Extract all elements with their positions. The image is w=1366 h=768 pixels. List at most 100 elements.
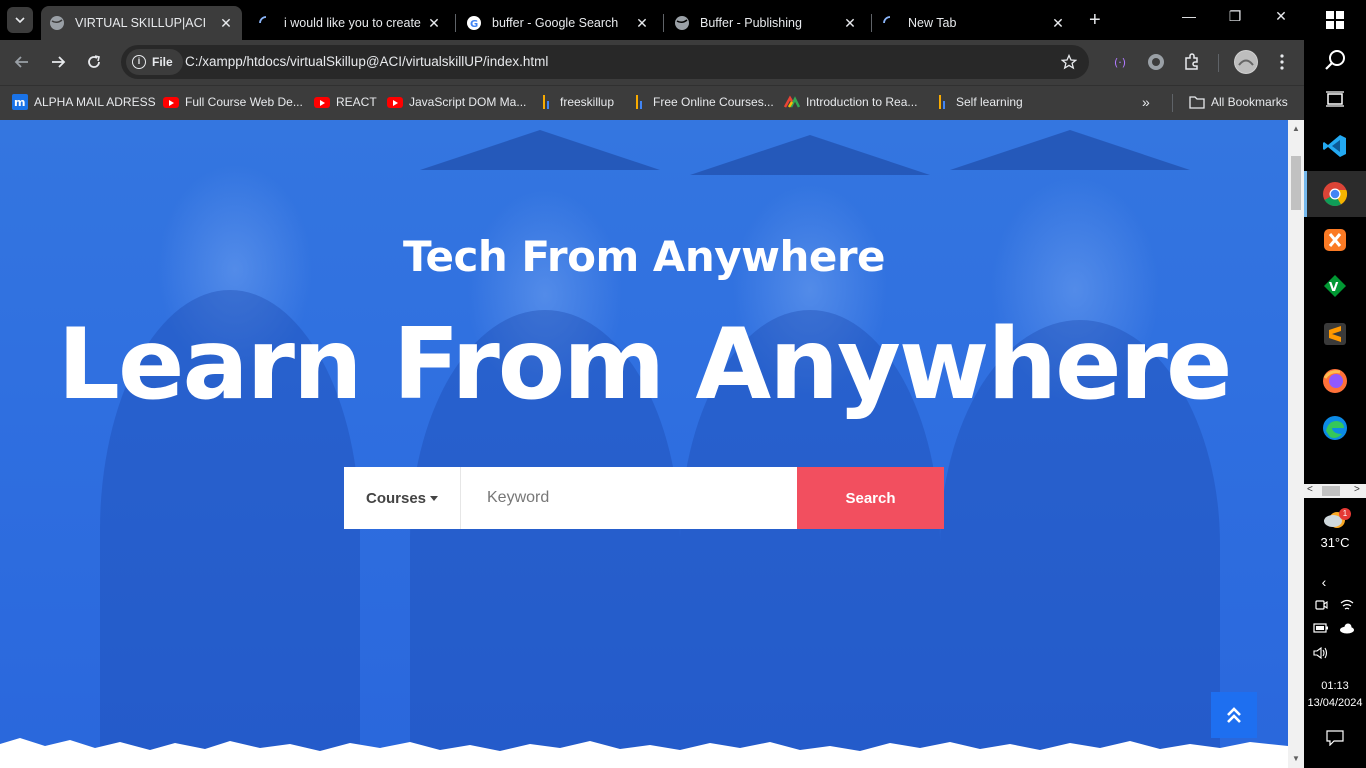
- chrome-icon[interactable]: [1304, 171, 1366, 217]
- browser-toolbar: i File C:/xampp/htdocs/virtualSkillup@AC…: [0, 40, 1304, 85]
- close-icon[interactable]: ✕: [1050, 15, 1066, 32]
- tab-google-search[interactable]: G buffer - Google Search ✕: [458, 6, 658, 40]
- scroll-right-icon[interactable]: >: [1354, 484, 1360, 495]
- tab-title: VIRTUAL SKILLUP|ACI: [75, 16, 207, 30]
- extensions-puzzle-icon[interactable]: [1182, 52, 1202, 72]
- close-window-button[interactable]: ✕: [1271, 8, 1291, 25]
- bookmark-self-learning[interactable]: Self learning: [934, 94, 1023, 110]
- tab-separator: [663, 14, 664, 32]
- forward-arrow-icon[interactable]: [48, 52, 68, 72]
- weather-temperature: 31°C: [1320, 535, 1350, 550]
- site-info-chip[interactable]: i File: [126, 49, 183, 75]
- vscode-icon[interactable]: [1319, 130, 1351, 162]
- back-arrow-icon[interactable]: [12, 52, 32, 72]
- reload-icon[interactable]: [84, 52, 104, 72]
- bookmark-label: Full Course Web De...: [185, 95, 303, 109]
- firefox-icon[interactable]: [1319, 365, 1351, 397]
- bookmark-label: JavaScript DOM Ma...: [409, 95, 527, 109]
- taskbar-scroll[interactable]: < >: [1304, 484, 1366, 498]
- scrollbar-thumb[interactable]: [1291, 156, 1301, 210]
- battery-icon[interactable]: [1312, 622, 1330, 638]
- show-hidden-icons-chevron-icon[interactable]: ‹: [1315, 574, 1333, 590]
- tab-buffer[interactable]: Buffer - Publishing ✕: [666, 6, 866, 40]
- courses-dropdown[interactable]: Courses: [344, 467, 461, 529]
- url-text[interactable]: C:/xampp/htdocs/virtualSkillup@ACI/virtu…: [185, 54, 548, 69]
- weather-badge: 1: [1339, 508, 1351, 520]
- more-bookmarks-chevron-icon[interactable]: »: [1142, 94, 1150, 110]
- bookmark-react[interactable]: REACT: [314, 94, 377, 110]
- tab-separator: [871, 14, 872, 32]
- weather-cloud-sun-icon[interactable]: 1: [1323, 508, 1351, 532]
- caret-down-icon: [430, 495, 439, 501]
- tab-separator: [455, 14, 456, 32]
- bookmark-alpha-mail[interactable]: m ALPHA MAIL ADRESS: [12, 94, 156, 110]
- info-icon: i: [132, 55, 146, 69]
- youtube-icon: [387, 94, 403, 110]
- task-view-icon[interactable]: [1319, 83, 1351, 115]
- camera-icon[interactable]: [1312, 598, 1330, 614]
- globe-icon: [674, 15, 690, 31]
- tab-new-tab[interactable]: New Tab ✕: [874, 6, 1074, 40]
- profile-avatar[interactable]: [1234, 50, 1258, 74]
- bookmark-introduction[interactable]: Introduction to Rea...: [784, 94, 917, 110]
- bookmark-freeskillup[interactable]: freeskillup: [538, 94, 614, 110]
- chevron-down-icon: [15, 17, 25, 23]
- svg-text:m: m: [14, 96, 25, 109]
- edge-icon[interactable]: [1319, 412, 1351, 444]
- bookmark-full-course[interactable]: Full Course Web De...: [163, 94, 303, 110]
- globe-icon: [49, 15, 65, 31]
- new-tab-button[interactable]: +: [1089, 10, 1101, 30]
- search-icon[interactable]: [1319, 44, 1351, 76]
- tab-strip: VIRTUAL SKILLUP|ACI ✕ i would like you t…: [0, 0, 1304, 40]
- vim-icon[interactable]: V: [1319, 270, 1351, 302]
- tab-search-button[interactable]: [7, 7, 33, 33]
- scroll-down-arrow-icon[interactable]: ▼: [1291, 754, 1301, 763]
- keyword-input[interactable]: [461, 467, 797, 529]
- colorful-logo-icon: [784, 94, 800, 110]
- close-icon[interactable]: ✕: [218, 15, 234, 32]
- bookmark-javascript-dom[interactable]: JavaScript DOM Ma...: [387, 94, 526, 110]
- search-button[interactable]: Search: [797, 467, 944, 529]
- wifi-icon[interactable]: [1338, 598, 1356, 614]
- onedrive-cloud-icon[interactable]: [1338, 622, 1356, 638]
- extension-circle-icon[interactable]: [1146, 52, 1166, 72]
- extension-purple-icon[interactable]: (·): [1110, 52, 1130, 72]
- back-to-top-button[interactable]: [1211, 692, 1257, 738]
- tab-title: i would like you to create: [284, 16, 421, 30]
- tab-chat[interactable]: i would like you to create ✕: [250, 6, 450, 40]
- close-icon[interactable]: ✕: [842, 15, 858, 32]
- menu-kebab-icon[interactable]: [1272, 52, 1292, 72]
- volume-icon[interactable]: [1312, 646, 1330, 662]
- all-bookmarks-button[interactable]: All Bookmarks: [1189, 94, 1288, 110]
- scroll-left-icon[interactable]: <: [1307, 484, 1313, 495]
- loading-spinner-icon: [882, 15, 898, 31]
- star-bookmark-icon[interactable]: [1059, 52, 1079, 72]
- minimize-button[interactable]: —: [1179, 8, 1199, 24]
- clock-time[interactable]: 01:13: [1304, 680, 1366, 692]
- m-logo-icon: m: [12, 94, 28, 110]
- sublime-text-icon[interactable]: [1319, 318, 1351, 350]
- windows-start-icon[interactable]: [1319, 4, 1351, 36]
- taskbar-scroll-thumb[interactable]: [1322, 486, 1340, 496]
- clock-date[interactable]: 13/04/2024: [1304, 697, 1366, 709]
- double-chevron-up-icon: [1227, 707, 1241, 723]
- xampp-icon[interactable]: [1319, 224, 1351, 256]
- site-info-label: File: [152, 55, 173, 69]
- hero-subtitle: Tech From Anywhere: [402, 232, 886, 281]
- tab-title: buffer - Google Search: [492, 16, 619, 30]
- tab-virtual-skillup[interactable]: VIRTUAL SKILLUP|ACI ✕: [41, 6, 242, 40]
- tab-title: New Tab: [908, 16, 957, 30]
- restore-button[interactable]: ❐: [1225, 8, 1245, 25]
- google-icon: G: [466, 15, 482, 31]
- bookmark-free-online-courses[interactable]: Free Online Courses...: [631, 94, 774, 110]
- bookmarks-bar: m ALPHA MAIL ADRESS Full Course Web De..…: [0, 85, 1304, 120]
- bookmarks-divider: [1172, 94, 1173, 112]
- notifications-icon[interactable]: [1326, 730, 1344, 747]
- page-scrollbar[interactable]: ▲ ▼: [1288, 120, 1304, 768]
- svg-text:(·): (·): [1114, 56, 1126, 69]
- scroll-up-arrow-icon[interactable]: ▲: [1291, 124, 1301, 133]
- address-bar[interactable]: i File C:/xampp/htdocs/virtualSkillup@AC…: [121, 45, 1089, 79]
- close-icon[interactable]: ✕: [634, 15, 650, 32]
- bars-icon: [538, 94, 554, 110]
- close-icon[interactable]: ✕: [426, 15, 442, 32]
